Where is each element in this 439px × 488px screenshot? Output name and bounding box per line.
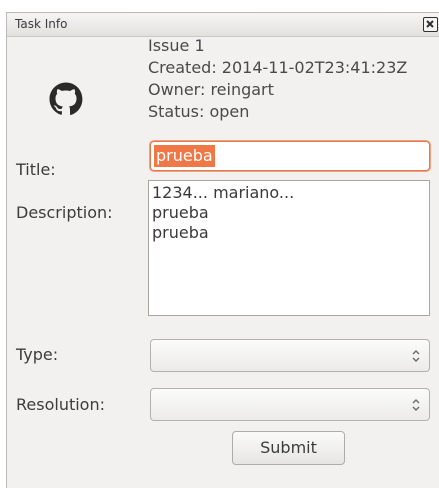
issue-number: Issue 1 — [148, 36, 205, 55]
type-select[interactable] — [150, 339, 430, 372]
type-label: Type: — [16, 345, 59, 364]
resolution-select[interactable] — [150, 388, 430, 421]
description-textarea[interactable]: 1234... mariano... prueba prueba — [148, 180, 430, 316]
spinner-arrows-icon — [412, 399, 420, 411]
submit-button[interactable]: Submit — [232, 431, 345, 465]
description-line: prueba — [152, 223, 209, 242]
description-label: Description: — [16, 203, 113, 222]
github-icon — [49, 82, 83, 115]
title-input[interactable]: prueba — [150, 141, 430, 171]
title-input-value: prueba — [154, 145, 215, 167]
spinner-arrows-icon — [412, 350, 420, 362]
resolution-label: Resolution: — [16, 395, 105, 414]
close-icon[interactable] — [423, 17, 438, 32]
issue-owner: Owner: reingart — [148, 80, 274, 99]
title-label: Title: — [16, 160, 56, 179]
issue-created: Created: 2014-11-02T23:41:23Z — [148, 58, 408, 77]
description-line: 1234... mariano... — [152, 183, 295, 202]
issue-info: Issue 1 Created: 2014-11-02T23:41:23Z Ow… — [148, 35, 407, 123]
issue-status: Status: open — [148, 102, 250, 121]
titlebar[interactable]: Task Info — [7, 13, 439, 37]
window-title: Task Info — [15, 17, 68, 31]
description-line: prueba — [152, 203, 209, 222]
